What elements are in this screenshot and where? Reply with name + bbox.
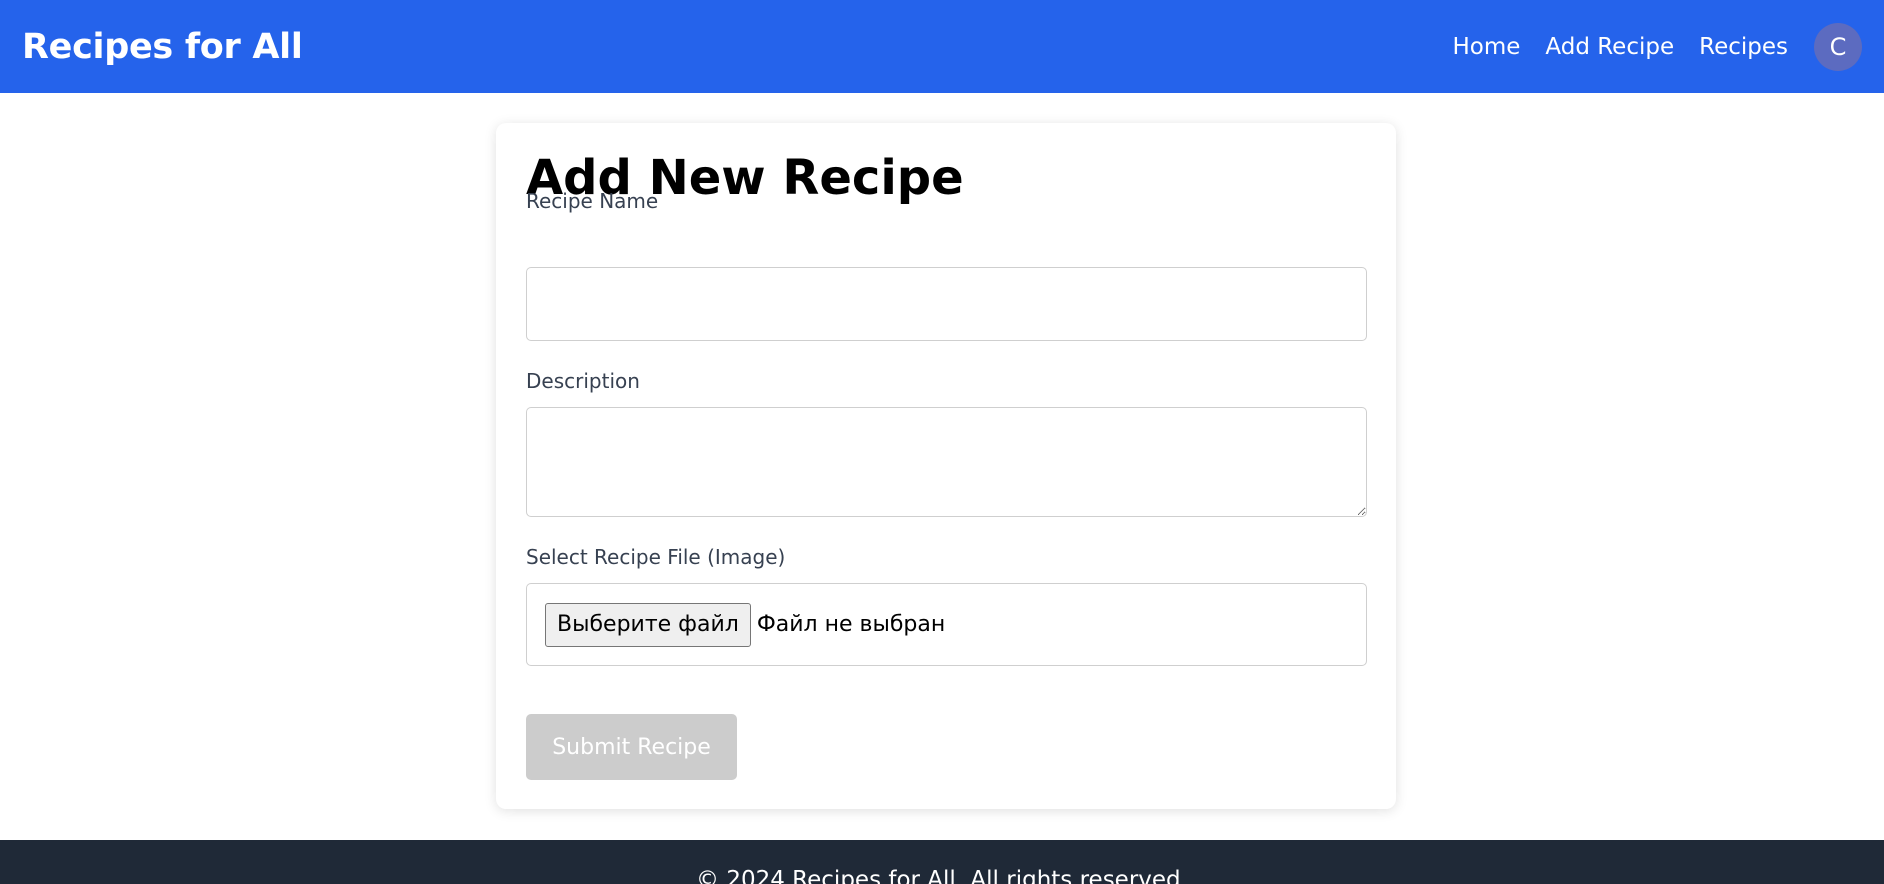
recipe-name-input[interactable] xyxy=(526,267,1367,341)
file-label: Select Recipe File (Image) xyxy=(526,545,786,569)
navbar: Recipes for All Home Add Recipe Recipes … xyxy=(0,0,1884,93)
recipe-name-label: Recipe Name xyxy=(526,189,659,213)
description-label: Description xyxy=(526,369,640,393)
footer: © 2024 Recipes for All. All rights reser… xyxy=(0,840,1884,884)
nav-link-home[interactable]: Home xyxy=(1452,34,1520,60)
nav-link-recipes[interactable]: Recipes xyxy=(1699,34,1788,60)
file-status-text: Файл не выбран xyxy=(756,612,946,637)
submit-recipe-button[interactable]: Submit Recipe xyxy=(526,714,737,780)
brand-logo[interactable]: Recipes for All xyxy=(22,27,303,67)
user-avatar[interactable]: C xyxy=(1814,22,1862,71)
choose-file-button[interactable]: Выберите файл xyxy=(545,602,751,647)
nav-link-add-recipe[interactable]: Add Recipe xyxy=(1545,34,1674,60)
file-input[interactable]: Выберите файл Файл не выбран xyxy=(526,583,1367,666)
footer-copyright: © 2024 Recipes for All. All rights reser… xyxy=(696,867,1188,884)
nav-menu: Home Add Recipe Recipes C xyxy=(1452,22,1862,71)
description-textarea[interactable] xyxy=(526,407,1367,517)
add-recipe-card: Add New Recipe Recipe Name Description S… xyxy=(496,123,1396,809)
